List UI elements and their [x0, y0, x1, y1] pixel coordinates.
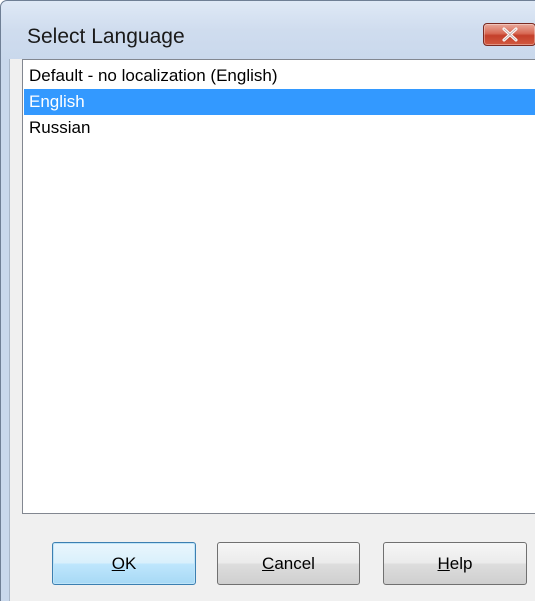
dialog-title: Select Language: [27, 25, 185, 48]
language-item-english[interactable]: English: [24, 89, 535, 115]
title-bar[interactable]: Select Language: [1, 1, 535, 59]
language-list: Default - no localization (English) Engl…: [23, 60, 535, 513]
dialog-client-area: Default - no localization (English) Engl…: [9, 59, 535, 601]
ok-button[interactable]: OK: [52, 542, 196, 585]
language-item-russian[interactable]: Russian: [24, 115, 535, 141]
select-language-dialog: Select Language Default - no localizatio…: [0, 0, 535, 601]
cancel-mnemonic: C: [262, 554, 275, 573]
language-item-default[interactable]: Default - no localization (English): [24, 63, 535, 89]
help-button[interactable]: Help: [383, 542, 527, 585]
help-label-rest: elp: [449, 554, 473, 573]
cancel-button[interactable]: Cancel: [217, 542, 360, 585]
language-listbox[interactable]: Default - no localization (English) Engl…: [22, 59, 535, 514]
ok-mnemonic: O: [111, 554, 125, 573]
close-x-icon: [502, 27, 518, 42]
close-button[interactable]: [483, 23, 535, 46]
cancel-label-rest: ancel: [274, 554, 315, 573]
help-mnemonic: H: [437, 554, 450, 573]
ok-label-rest: K: [124, 554, 137, 573]
